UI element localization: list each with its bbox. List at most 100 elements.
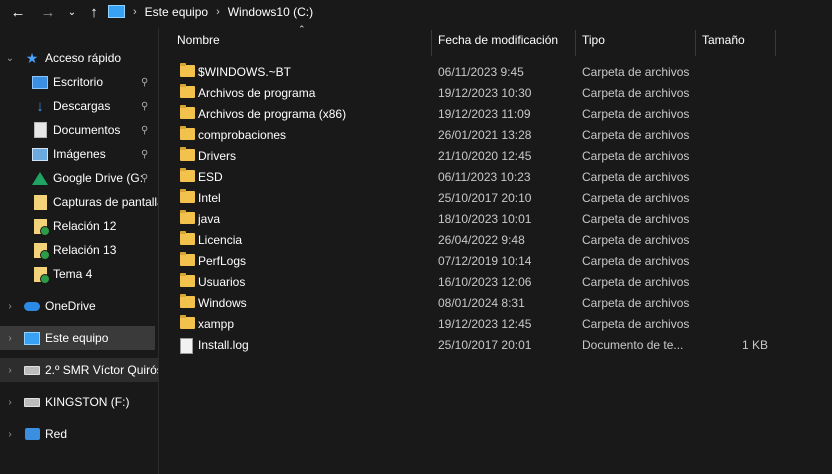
sidebar-item-label: Relación 12 [53, 219, 117, 233]
file-row[interactable]: $WINDOWS.~BT 06/11/2023 9:45 Carpeta de … [168, 62, 768, 83]
sidebar-item-escritorio[interactable]: Escritorio ⚲ [0, 70, 158, 94]
file-name: Drivers [198, 149, 236, 163]
file-modified: 07/12/2019 10:14 [438, 254, 532, 268]
file-size [702, 104, 768, 125]
address-box[interactable]: › Este equipo › Windows10 (C:) [104, 0, 832, 23]
column-header-label: Tipo [582, 33, 605, 47]
file-row[interactable]: Drivers 21/10/2020 12:45 Carpeta de arch… [168, 146, 768, 167]
file-modified: 25/10/2017 20:10 [438, 191, 532, 205]
sidebar-item-label: Red [45, 427, 68, 441]
file-size [702, 62, 768, 83]
file-name: Licencia [198, 233, 243, 247]
chevron-right-icon[interactable]: › [5, 301, 15, 312]
column-resize-handle[interactable] [775, 30, 776, 56]
forward-arrow-icon[interactable]: → [38, 2, 58, 22]
sidebar-item-red[interactable]: › Red [0, 422, 158, 446]
file-row[interactable]: Intel 25/10/2017 20:10 Carpeta de archiv… [168, 188, 768, 209]
column-resize-handle[interactable] [575, 30, 576, 56]
sidebar-item-relacion-12[interactable]: Relación 12 [0, 214, 158, 238]
file-name: java [198, 212, 221, 226]
chevron-right-icon[interactable]: › [5, 333, 15, 344]
file-row[interactable]: xampp 19/12/2023 12:45 Carpeta de archiv… [168, 314, 768, 335]
file-size [702, 272, 768, 293]
folder-icon [180, 147, 195, 161]
usb-drive-icon [24, 394, 40, 410]
pane-divider[interactable] [158, 28, 159, 474]
sidebar-item-descargas[interactable]: ↓ Descargas ⚲ [0, 94, 158, 118]
file-row[interactable]: comprobaciones 26/01/2021 13:28 Carpeta … [168, 125, 768, 146]
back-arrow-icon[interactable]: ← [8, 2, 28, 22]
column-resize-handle[interactable] [695, 30, 696, 56]
breadcrumb-windows10-c[interactable]: Windows10 (C:) [228, 5, 313, 19]
folder-icon [180, 63, 195, 77]
file-modified: 26/01/2021 13:28 [438, 128, 532, 142]
sidebar-item-relacion-13[interactable]: Relación 13 [0, 238, 158, 262]
network-icon [24, 426, 40, 442]
file-row[interactable]: ESD 06/11/2023 10:23 Carpeta de archivos [168, 167, 768, 188]
sidebar-item-documentos[interactable]: Documentos ⚲ [0, 118, 158, 142]
file-row[interactable]: Install.log 25/10/2017 20:01 Documento d… [168, 335, 768, 356]
file-row[interactable]: PerfLogs 07/12/2019 10:14 Carpeta de arc… [168, 251, 768, 272]
file-row[interactable]: Licencia 26/04/2022 9:48 Carpeta de arch… [168, 230, 768, 251]
file-name: $WINDOWS.~BT [198, 65, 292, 79]
file-name: Intel [198, 191, 221, 205]
column-header-name[interactable]: Nombre [177, 24, 429, 56]
chevron-right-icon[interactable]: › [5, 365, 15, 376]
file-modified: 06/11/2023 9:45 [438, 65, 524, 79]
file-name: Archivos de programa (x86) [198, 107, 347, 121]
folder-icon [180, 84, 195, 98]
chevron-right-icon[interactable]: › [5, 429, 15, 440]
file-row[interactable]: Usuarios 16/10/2023 12:06 Carpeta de arc… [168, 272, 768, 293]
column-header-size[interactable]: Tamaño [702, 24, 774, 56]
file-name: Windows [198, 296, 247, 310]
file-size: 1 KB [741, 338, 768, 352]
file-name: Archivos de programa [198, 86, 316, 100]
recent-locations-chevron-icon[interactable]: ⌄ [62, 2, 82, 22]
folder-icon [180, 168, 195, 182]
sidebar-item-google-drive[interactable]: Google Drive (G: ⚲ [0, 166, 158, 190]
pin-icon: ⚲ [141, 100, 149, 112]
file-row[interactable]: Archivos de programa 19/12/2023 10:30 Ca… [168, 83, 768, 104]
sidebar-item-capturas-de-pantalla[interactable]: Capturas de pantalla [0, 190, 158, 214]
this-pc-icon [24, 330, 40, 346]
column-header-row: ⌃ Nombre Fecha de modificación Tipo Tama… [168, 24, 832, 56]
file-row[interactable]: java 18/10/2023 10:01 Carpeta de archivo… [168, 209, 768, 230]
pictures-icon [32, 146, 48, 162]
pin-icon: ⚲ [141, 76, 149, 88]
file-size [702, 209, 768, 230]
up-arrow-icon[interactable]: ↑ [84, 2, 104, 22]
column-header-type[interactable]: Tipo [582, 24, 694, 56]
sidebar-item-label: KINGSTON (F:) [45, 395, 130, 409]
sidebar-item-este-equipo[interactable]: › Este equipo [0, 326, 155, 350]
sidebar-item-onedrive[interactable]: › OneDrive [0, 294, 158, 318]
file-size [702, 293, 768, 314]
file-modified: 26/04/2022 9:48 [438, 233, 525, 247]
file-size [702, 83, 768, 104]
folder-icon [180, 189, 195, 203]
file-row[interactable]: Archivos de programa (x86) 19/12/2023 11… [168, 104, 768, 125]
sidebar-item-acceso-rapido[interactable]: ⌄ ★ Acceso rápido [0, 46, 158, 70]
breadcrumb-este-equipo[interactable]: Este equipo [145, 5, 208, 19]
chevron-down-icon[interactable]: ⌄ [5, 53, 15, 64]
breadcrumb-separator-icon: › [133, 5, 137, 18]
folder-icon [180, 294, 195, 308]
file-modified: 18/10/2023 10:01 [438, 212, 532, 226]
documents-icon [32, 122, 48, 138]
sidebar-item-label: Escritorio [53, 75, 104, 89]
sidebar-item-tema-4[interactable]: Tema 4 [0, 262, 158, 286]
sidebar-item-network-drive[interactable]: › 2.º SMR Víctor Quirós [0, 358, 158, 382]
folder-icon [180, 315, 195, 329]
file-name: xampp [198, 317, 235, 331]
file-modified: 25/10/2017 20:01 [438, 338, 532, 352]
file-row[interactable]: Windows 08/01/2024 8:31 Carpeta de archi… [168, 293, 768, 314]
file-name: Install.log [198, 338, 249, 352]
sidebar-item-imagenes[interactable]: Imágenes ⚲ [0, 142, 158, 166]
folder-icon [180, 231, 195, 245]
chevron-right-icon[interactable]: › [5, 397, 15, 408]
file-size [702, 230, 768, 251]
column-header-modified[interactable]: Fecha de modificación [438, 24, 574, 56]
file-name: ESD [198, 170, 223, 184]
sidebar-item-label: Capturas de pantalla [53, 195, 158, 209]
column-resize-handle[interactable] [431, 30, 432, 56]
sidebar-item-kingston[interactable]: › KINGSTON (F:) [0, 390, 158, 414]
